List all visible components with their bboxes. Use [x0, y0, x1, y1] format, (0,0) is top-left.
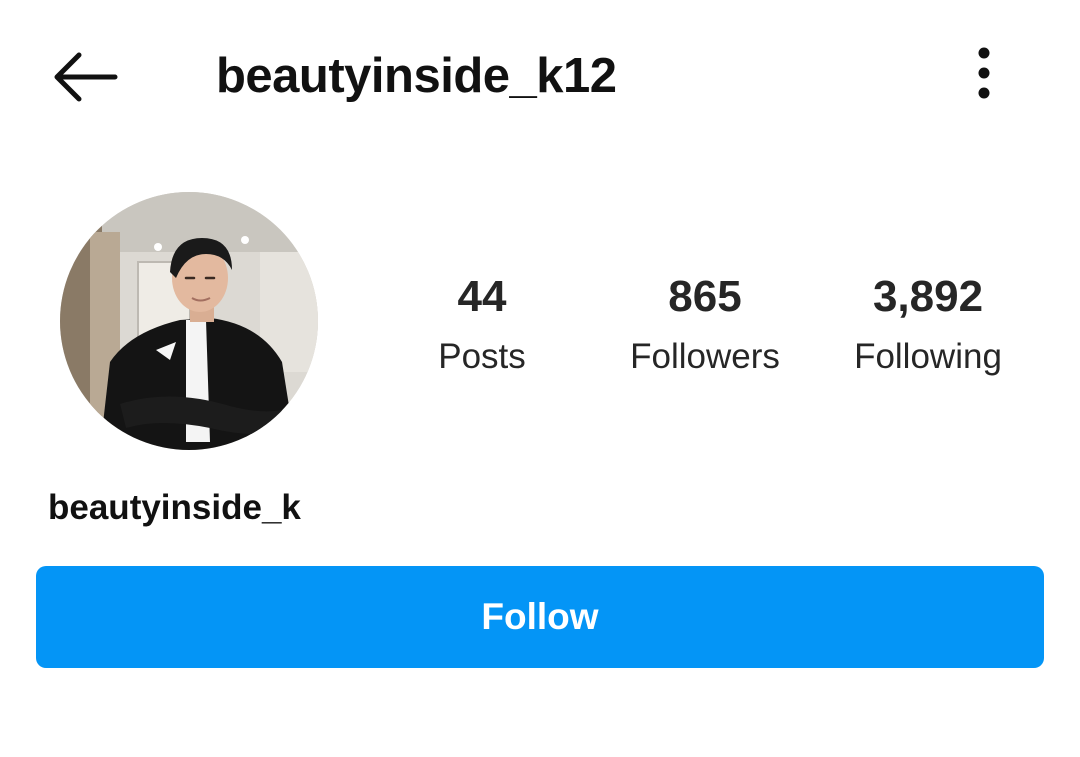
- following-count: 3,892: [872, 272, 984, 321]
- top-bar: beautyinside_k12: [0, 0, 1080, 150]
- posts-label: Posts: [438, 337, 526, 376]
- profile-screen: beautyinside_k12 44 Posts 865 Followers …: [0, 0, 1080, 757]
- profile-stats: 44 Posts 865 Followers 3,892 Following: [0, 268, 1080, 388]
- stat-following[interactable]: 3,892 Following: [818, 268, 1038, 388]
- follow-button[interactable]: Follow: [36, 566, 1044, 668]
- following-label: Following: [854, 337, 1002, 376]
- arrow-left-icon: [54, 52, 118, 102]
- back-button[interactable]: [46, 44, 122, 110]
- followers-label: Followers: [630, 337, 780, 376]
- profile-display-name: beautyinside_k: [48, 488, 301, 527]
- profile-username: beautyinside_k12: [216, 49, 617, 103]
- stat-followers[interactable]: 865 Followers: [595, 268, 815, 388]
- more-vertical-icon: [978, 47, 990, 99]
- stat-posts[interactable]: 44 Posts: [372, 268, 592, 388]
- more-options-button[interactable]: [958, 40, 1010, 106]
- posts-count: 44: [457, 272, 507, 321]
- followers-count: 865: [668, 272, 742, 321]
